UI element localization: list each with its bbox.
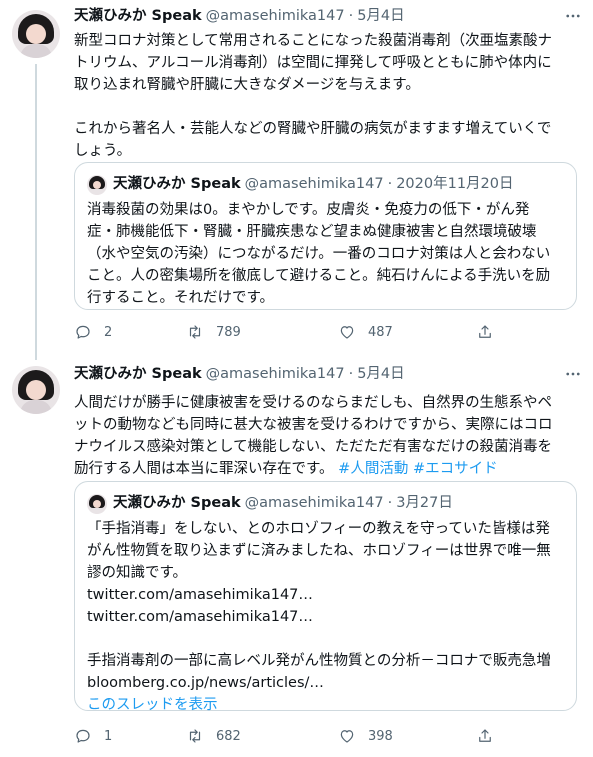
user-handle[interactable]: @amasehimika147: [206, 364, 345, 384]
quote-link[interactable]: twitter.com/amasehimika147…: [87, 584, 567, 606]
share-icon: [479, 729, 491, 742]
quote-separator: ·: [387, 495, 393, 511]
like-count: 398: [368, 728, 393, 744]
tweet-header: 天瀬ひみか Speak @amasehimika147 · 5月4日: [74, 364, 405, 384]
more-icon[interactable]: [563, 364, 583, 384]
retweet-button[interactable]: 682: [186, 726, 241, 746]
like-icon: [340, 730, 354, 743]
tweet-text: 人間だけが勝手に健康被害を受けるのならまだしも、自然界の生態系やペ ットの動物な…: [74, 395, 553, 477]
retweet-icon: [189, 729, 201, 743]
quote-display-name: 天瀬ひみか Speak: [113, 495, 241, 511]
quote-link[interactable]: twitter.com/amasehimika147…: [87, 606, 567, 628]
retweet-count: 682: [216, 728, 241, 744]
like-button[interactable]: 398: [338, 726, 393, 746]
separator: ·: [348, 366, 354, 382]
quote-avatar: [87, 494, 107, 514]
reply-count: 1: [104, 728, 113, 744]
reply-button[interactable]: 1: [74, 726, 112, 746]
hashtag-link[interactable]: #人間活動: [338, 461, 408, 477]
show-thread-link[interactable]: このスレッドを表示: [87, 694, 567, 716]
quote-text: 「手指消毒」をしない、とのホロゾフィーの教えを守っていた皆様は発 がん性物質を取…: [87, 518, 567, 716]
quote-link[interactable]: bloomberg.co.jp/news/articles/…: [87, 672, 567, 694]
hashtag-link[interactable]: #エコサイド: [413, 461, 498, 477]
tweet-actions: 1 682 398: [74, 726, 494, 746]
reply-icon: [76, 729, 90, 743]
quote-handle: @amasehimika147: [244, 495, 384, 511]
quote-header: 天瀬ひみか Speak @amasehimika147 · 3月27日: [113, 493, 453, 513]
quote-date: 3月27日: [396, 495, 453, 511]
display-name[interactable]: 天瀬ひみか Speak: [74, 364, 202, 384]
tweet-date[interactable]: 5月4日: [357, 364, 404, 384]
share-button[interactable]: [476, 726, 494, 746]
quoted-tweet[interactable]: 天瀬ひみか Speak @amasehimika147 · 3月27日 「手指消…: [74, 481, 577, 713]
